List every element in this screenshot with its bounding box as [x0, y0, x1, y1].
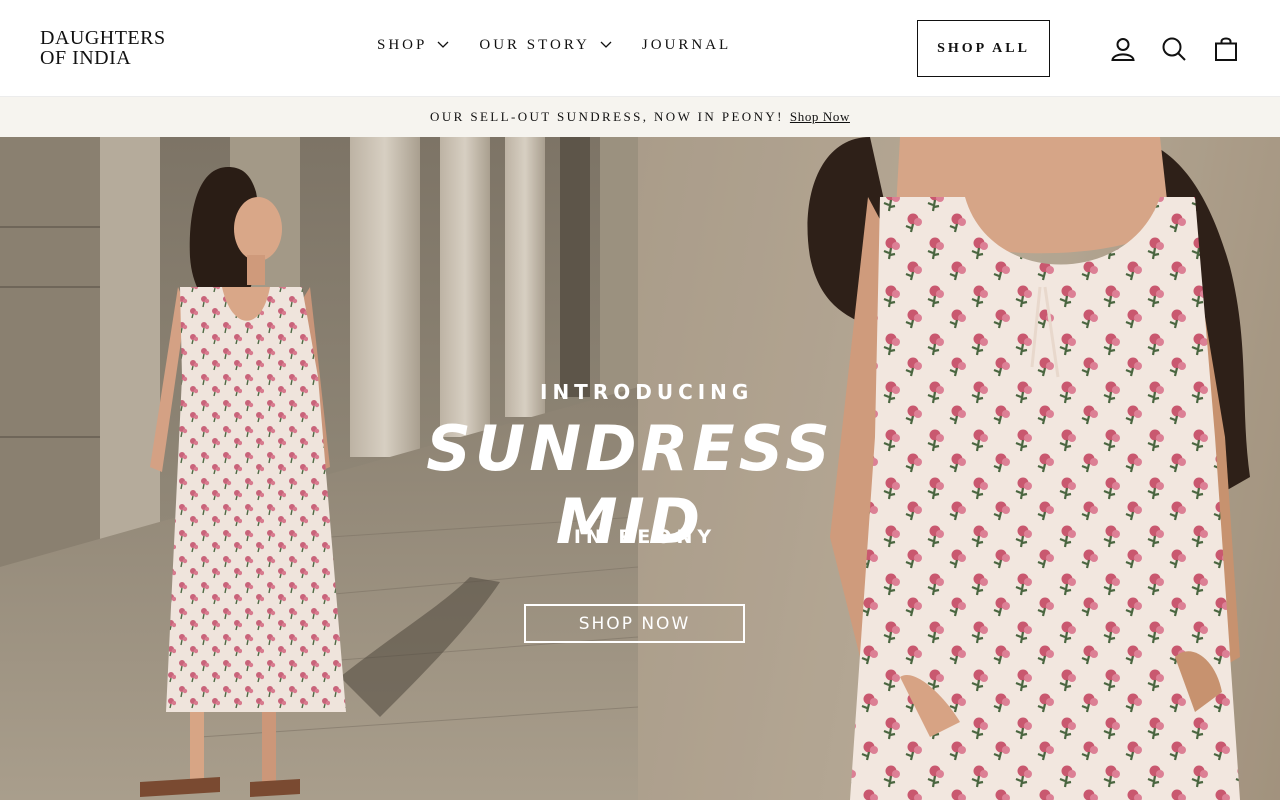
brand-logo[interactable]: DAUGHTERS OF INDIA [40, 28, 180, 68]
nav-item-journal-label: JOURNAL [641, 37, 732, 53]
nav-item-journal[interactable]: JOURNAL [642, 37, 731, 54]
hero-banner[interactable]: INTRODUCING SUNDRESS MID IN PEONY SHOP N… [0, 137, 1280, 800]
hero-shop-now-button[interactable]: SHOP NOW [524, 604, 745, 643]
announcement-shop-now-link[interactable]: Shop Now [790, 109, 850, 125]
announcement-bar: OUR SELL-OUT SUNDRESS, NOW IN PEONY! Sho… [0, 97, 1280, 137]
nav-item-shop[interactable]: SHOP [377, 37, 449, 54]
nav-item-shop-label: SHOP [377, 37, 428, 53]
nav-item-our-story[interactable]: OUR STORY [479, 37, 612, 54]
announcement-text: OUR SELL-OUT SUNDRESS, NOW IN PEONY! [430, 109, 784, 124]
hero-photo-illustration [0, 137, 1280, 800]
account-icon[interactable] [1110, 36, 1136, 62]
chevron-down-icon [437, 37, 449, 54]
site-header: DAUGHTERS OF INDIA SHOP OUR STORY JOURNA… [0, 0, 1280, 97]
cart-icon[interactable] [1213, 36, 1239, 62]
nav-item-our-story-label: OUR STORY [479, 37, 590, 53]
shop-all-button[interactable]: SHOP ALL [917, 20, 1050, 77]
search-icon[interactable] [1161, 36, 1187, 62]
main-nav: SHOP OUR STORY JOURNAL [377, 37, 761, 54]
brand-logo-line1: DAUGHTERS [40, 27, 166, 49]
chevron-down-icon [600, 37, 612, 54]
brand-logo-line2: OF INDIA [40, 47, 132, 69]
